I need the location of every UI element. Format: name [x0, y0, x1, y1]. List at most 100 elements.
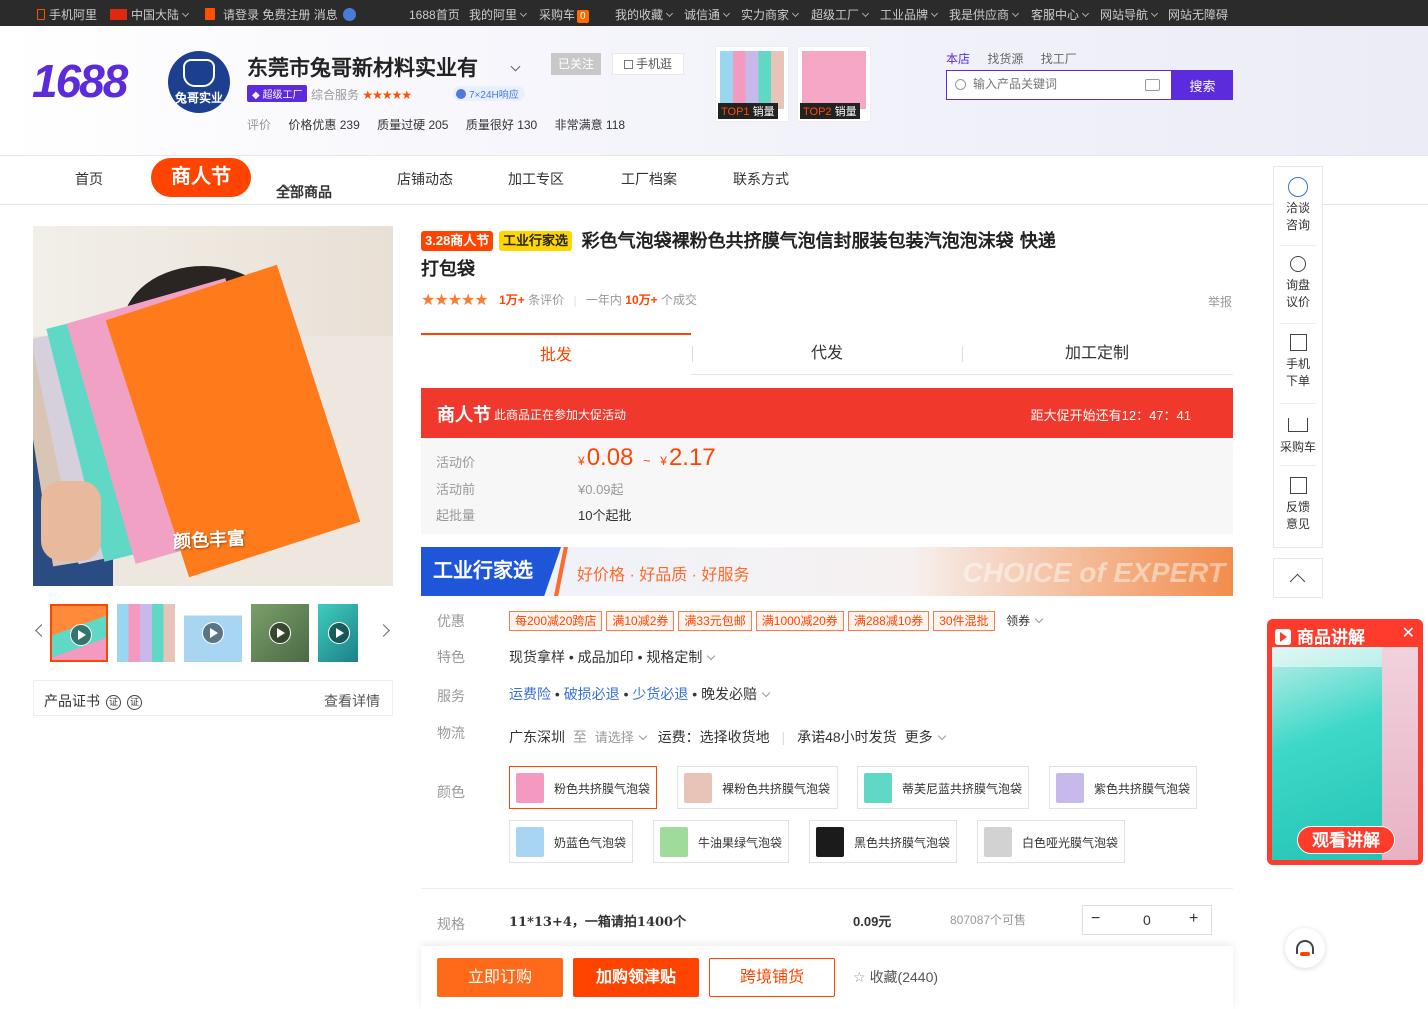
play-icon — [202, 622, 224, 644]
service-row[interactable]: 运费险 • 破损必退 • 少货必退 • 晚发必赔 — [509, 684, 771, 704]
thumbnail-video-4[interactable] — [251, 604, 309, 662]
increase-button[interactable]: + — [1189, 910, 1198, 928]
coupon[interactable]: 满10减2券 — [606, 611, 675, 631]
add-to-cart-button[interactable]: 加购领津贴 — [573, 958, 699, 997]
sidebar-consult[interactable]: 洽谈咨询 — [1274, 177, 1322, 234]
nav-link-cart[interactable]: 采购车 0 — [539, 6, 589, 23]
nav-news[interactable]: 店铺动态 — [397, 169, 453, 189]
messages-link[interactable]: 消息 — [314, 8, 338, 22]
coupon[interactable]: 满288减10券 — [847, 611, 930, 631]
shop-avatar[interactable]: 兔哥实业 — [168, 51, 230, 113]
thumbnail-video-1[interactable] — [50, 604, 108, 662]
sidebar-mobile-order[interactable]: 手机下单 — [1274, 334, 1322, 390]
tab-wholesale[interactable]: 批发 — [421, 333, 691, 375]
tab-dropship[interactable]: 代发 — [692, 333, 962, 375]
features-row[interactable]: 现货拿样 • 成品加印 • 规格定制 — [509, 647, 716, 667]
deal-count: 10万+ — [625, 293, 658, 307]
nav-contact[interactable]: 联系方式 — [733, 169, 789, 189]
color-option[interactable]: 奶蓝色气泡袋 — [509, 820, 633, 863]
shop-name[interactable]: 东莞市兔哥新材料实业有 — [247, 52, 521, 82]
search-input[interactable] — [973, 77, 1133, 91]
region-selector[interactable]: 中国大陆 — [110, 6, 188, 23]
coupon[interactable]: 满1000减20券 — [755, 611, 844, 631]
color-option[interactable]: 蒂芙尼蓝共挤膜气泡袋 — [857, 766, 1029, 809]
hand — [41, 481, 101, 561]
nav-link-my-ali[interactable]: 我的阿里 — [469, 6, 526, 23]
color-option[interactable]: 粉色共挤膜气泡袋 — [509, 766, 657, 809]
nav-factory[interactable]: 工厂档案 — [621, 169, 677, 189]
original-price: ¥0.09起 — [578, 482, 624, 497]
product-video-widget[interactable]: 商品讲解 ✕ 观看讲解 — [1267, 619, 1423, 865]
search-button[interactable]: 搜索 — [1172, 70, 1233, 100]
thumbnail-video-3[interactable] — [184, 604, 242, 662]
quantity-input[interactable]: 0 — [1143, 912, 1151, 928]
chevron-right-icon[interactable] — [377, 624, 390, 637]
nav-link-service[interactable]: 客服中心 — [1031, 6, 1088, 23]
back-to-top-button[interactable] — [1273, 558, 1323, 598]
chevron-down-icon — [1034, 614, 1044, 624]
action-bar: 立即订购 加购领津贴 跨境铺货 ☆ 收藏(2440) — [421, 946, 1233, 1009]
nav-home[interactable]: 首页 — [75, 169, 103, 189]
register-link[interactable]: 免费注册 — [262, 8, 310, 22]
coupon[interactable]: 每200减20跨店 — [509, 611, 603, 631]
view-details-link[interactable]: 查看详情 — [324, 691, 380, 711]
top2-product-thumb[interactable]: TOP2 销量 — [797, 46, 871, 122]
coupon[interactable]: 30件混批 — [933, 611, 995, 631]
target-icon — [1290, 256, 1306, 272]
chevron-down-icon — [761, 688, 771, 698]
top1-product-thumb[interactable]: TOP1 销量 — [715, 46, 789, 122]
camera-icon[interactable] — [1145, 79, 1160, 91]
follow-button[interactable]: 已关注 — [551, 53, 601, 75]
sidebar-feedback[interactable]: 反馈意见 — [1274, 477, 1322, 533]
nav-link-home[interactable]: 1688首页 — [409, 6, 460, 23]
login-area: 请登录 免费注册 消息 — [205, 6, 356, 23]
nav-link-super-factory[interactable]: 超级工厂 — [811, 6, 868, 23]
search-tab-source[interactable]: 找货源 — [987, 52, 1023, 66]
nav-link-accessibility[interactable]: 网站无障碍 — [1168, 6, 1228, 23]
rating-satisfied: 非常满意 118 — [554, 118, 626, 132]
close-icon[interactable]: ✕ — [1402, 623, 1415, 643]
nav-link-site-map[interactable]: 网站导航 — [1100, 6, 1157, 23]
buy-now-button[interactable]: 立即订购 — [437, 958, 563, 997]
review-count[interactable]: 1万+ — [499, 293, 525, 307]
color-option[interactable]: 白色哑光膜气泡袋 — [977, 820, 1125, 863]
login-link[interactable]: 请登录 — [223, 8, 259, 22]
get-coupon-button[interactable]: 领券 — [1006, 614, 1044, 628]
cart-icon — [1288, 418, 1308, 432]
site-logo[interactable]: 1688 — [32, 54, 128, 108]
product-certificate-row[interactable]: 产品证书证证 查看详情 — [33, 680, 393, 716]
nav-link-industrial-brand[interactable]: 工业品牌 — [880, 6, 937, 23]
chevron-down-icon[interactable] — [510, 61, 521, 72]
nav-link-cxt[interactable]: 诚信通 — [684, 6, 729, 23]
nav-link-favorites[interactable]: 我的收藏 — [615, 6, 672, 23]
customer-service-button[interactable] — [1285, 928, 1325, 968]
report-link[interactable]: 举报 — [1208, 293, 1232, 310]
watch-video-button[interactable]: 观看讲解 — [1297, 826, 1395, 854]
nav-festival[interactable]: 商人节 — [151, 158, 251, 197]
color-option[interactable]: 紫色共挤膜气泡袋 — [1049, 766, 1197, 809]
color-option[interactable]: 牛油果绿气泡袋 — [653, 820, 789, 863]
main-product-image[interactable]: 颜色丰富 — [33, 226, 393, 586]
coupon[interactable]: 满33元包邮 — [678, 611, 752, 631]
search-tab-shop[interactable]: 本店 — [946, 52, 970, 66]
search-tab-factory[interactable]: 找工厂 — [1041, 52, 1077, 66]
sidebar-inquiry[interactable]: 询盘议价 — [1274, 256, 1322, 311]
cross-border-button[interactable]: 跨境铺货 — [709, 958, 835, 997]
favorite-button[interactable]: ☆ 收藏(2440) — [853, 958, 953, 997]
nav-processing[interactable]: 加工专区 — [508, 169, 564, 189]
mobile-link[interactable]: 手机阿里 — [37, 6, 97, 23]
decrease-button[interactable]: − — [1091, 910, 1100, 928]
nav-link-strong-merchant[interactable]: 实力商家 — [741, 6, 798, 23]
color-option[interactable]: 黑色共挤膜气泡袋 — [809, 820, 957, 863]
more-logistics[interactable]: 更多 — [905, 729, 946, 745]
destination-selector[interactable]: 请选择 — [595, 730, 648, 745]
chevron-left-icon[interactable] — [35, 624, 48, 637]
mobile-shop-button[interactable]: 手机逛 — [612, 53, 684, 75]
super-factory-badge: ◆ 超级工厂 — [247, 85, 308, 102]
tab-custom[interactable]: 加工定制 — [962, 333, 1232, 375]
nav-link-supplier[interactable]: 我是供应商 — [949, 6, 1018, 23]
color-option[interactable]: 裸粉色共挤膜气泡袋 — [677, 766, 838, 809]
thumbnail-2[interactable] — [117, 604, 175, 662]
thumbnail-video-5[interactable] — [318, 604, 358, 662]
sidebar-cart[interactable]: 采购车 — [1274, 414, 1322, 456]
